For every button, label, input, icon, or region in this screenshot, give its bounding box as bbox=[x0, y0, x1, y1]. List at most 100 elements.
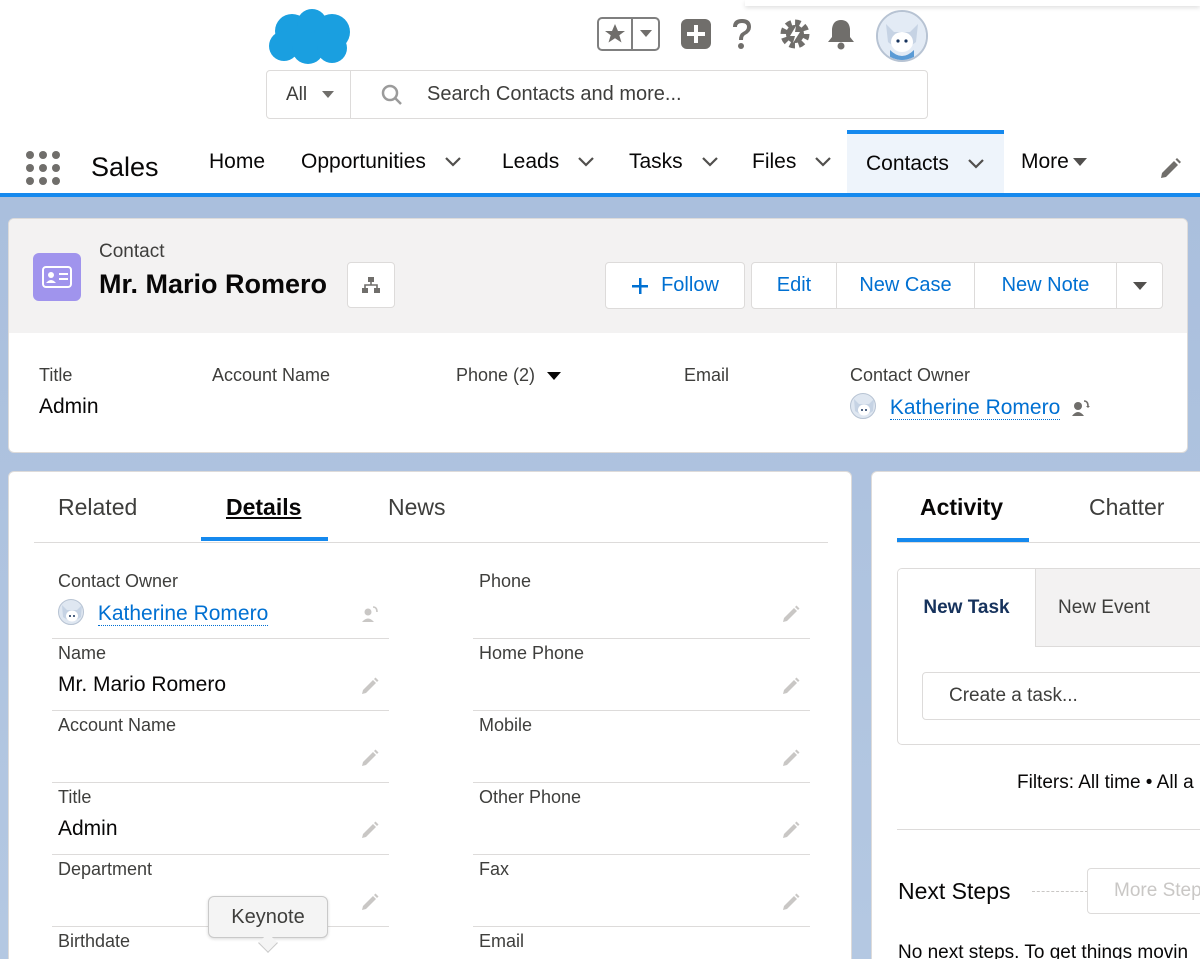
owner-link[interactable]: Katherine Romero bbox=[97, 601, 269, 626]
search-input[interactable] bbox=[427, 83, 907, 106]
nav-item-label: More bbox=[1021, 149, 1069, 173]
tab-related[interactable]: Related bbox=[58, 494, 137, 521]
hierarchy-icon bbox=[362, 277, 380, 293]
app-launcher-icon[interactable] bbox=[26, 151, 60, 185]
chevron-down-icon[interactable] bbox=[444, 156, 462, 168]
active-tab-indicator bbox=[201, 537, 328, 541]
global-search: All bbox=[266, 70, 928, 119]
field-label: Phone bbox=[479, 571, 532, 591]
field-label: Birthdate bbox=[58, 931, 131, 951]
edit-pencil-icon[interactable] bbox=[359, 819, 381, 841]
caret-down-icon bbox=[1072, 157, 1087, 166]
favorites-star-icon[interactable] bbox=[599, 19, 633, 49]
highlight-title-label: Title bbox=[39, 365, 73, 385]
nav-item-more[interactable]: More bbox=[1021, 130, 1088, 193]
nav-item-tasks[interactable]: Tasks bbox=[629, 130, 719, 193]
follow-button[interactable]: Follow bbox=[605, 262, 745, 309]
field-label: Department bbox=[58, 859, 153, 879]
phone-count-label: Phone (2) bbox=[456, 365, 536, 385]
notifications-bell-icon[interactable] bbox=[821, 14, 861, 54]
tab-new-event[interactable]: New Event bbox=[1035, 569, 1200, 647]
chevron-down-icon[interactable] bbox=[814, 156, 832, 168]
change-owner-icon[interactable] bbox=[1070, 398, 1091, 418]
more-steps-button[interactable]: More Step bbox=[1087, 868, 1200, 914]
field-label: Mobile bbox=[479, 715, 533, 735]
edit-pencil-icon[interactable] bbox=[780, 747, 802, 769]
activity-composer: New Task New Event bbox=[897, 568, 1200, 745]
help-icon[interactable] bbox=[722, 14, 762, 54]
more-actions-button[interactable] bbox=[1116, 262, 1163, 309]
owner-avatar bbox=[850, 393, 876, 419]
nav-item-files[interactable]: Files bbox=[752, 130, 832, 193]
field-mobile: Mobile bbox=[473, 711, 810, 783]
edit-pencil-icon[interactable] bbox=[359, 675, 381, 697]
search-scope-dropdown[interactable]: All bbox=[267, 71, 351, 118]
nav-item-leads[interactable]: Leads bbox=[502, 130, 595, 193]
nav-item-label: Tasks bbox=[629, 149, 683, 173]
field-label: Other Phone bbox=[479, 787, 582, 807]
field-label: Name bbox=[58, 643, 107, 663]
nav-item-contacts[interactable]: Contacts bbox=[847, 130, 1004, 193]
record-type-label: Contact bbox=[99, 241, 165, 262]
highlight-owner-label: Contact Owner bbox=[850, 365, 971, 385]
edit-pencil-icon[interactable] bbox=[359, 747, 381, 769]
field-label: Email bbox=[479, 931, 525, 951]
new-note-button-label: New Note bbox=[1001, 274, 1090, 296]
edit-button[interactable]: Edit bbox=[751, 262, 837, 309]
activity-divider bbox=[897, 829, 1200, 830]
owner-link[interactable]: Katherine Romero bbox=[889, 395, 1061, 420]
record-title: Mr. Mario Romero bbox=[99, 269, 328, 299]
highlight-owner-value: Katherine Romero bbox=[850, 393, 1091, 421]
highlight-phone[interactable]: Phone (2) bbox=[456, 365, 562, 386]
tab-news[interactable]: News bbox=[388, 494, 446, 521]
nav-item-home[interactable]: Home bbox=[209, 130, 265, 193]
highlight-email-label: Email bbox=[684, 365, 730, 385]
highlight-account-label: Account Name bbox=[212, 365, 331, 385]
tab-chatter[interactable]: Chatter bbox=[1089, 494, 1164, 521]
field-label: Home Phone bbox=[479, 643, 585, 663]
edit-pencil-icon[interactable] bbox=[780, 891, 802, 913]
salesforce-logo[interactable] bbox=[266, 6, 356, 66]
nav-item-opportunities[interactable]: Opportunities bbox=[301, 130, 462, 193]
record-highlights: Contact Mr. Mario Romero Follow Edit New… bbox=[8, 218, 1188, 453]
highlight-account-name: Account Name bbox=[212, 365, 330, 386]
tab-new-task[interactable]: New Task bbox=[898, 569, 1035, 647]
keynote-tooltip: Keynote bbox=[208, 896, 328, 938]
next-steps-divider bbox=[1032, 891, 1088, 892]
search-icon bbox=[381, 84, 402, 105]
user-avatar[interactable] bbox=[876, 10, 928, 62]
chevron-down-icon[interactable] bbox=[577, 156, 595, 168]
edit-pencil-icon[interactable] bbox=[780, 603, 802, 625]
create-task-input[interactable] bbox=[922, 672, 1200, 720]
next-steps-heading: Next Steps bbox=[898, 878, 1011, 904]
new-note-button[interactable]: New Note bbox=[974, 262, 1117, 309]
details-tabs: Related Details News bbox=[34, 472, 828, 543]
tab-details[interactable]: Details bbox=[226, 494, 301, 521]
edit-pencil-icon[interactable] bbox=[780, 819, 802, 841]
new-case-button[interactable]: New Case bbox=[836, 262, 975, 309]
favorites-chevron-down-icon[interactable] bbox=[633, 19, 658, 49]
no-next-steps-message: No next steps. To get things movin bbox=[898, 942, 1189, 959]
field-fax: Fax bbox=[473, 855, 810, 927]
change-owner-icon[interactable] bbox=[359, 603, 381, 625]
global-header: All bbox=[0, 0, 1200, 130]
chevron-down-icon[interactable] bbox=[967, 158, 985, 170]
chevron-down-icon[interactable] bbox=[701, 156, 719, 168]
nav-item-label: Home bbox=[209, 149, 266, 173]
activity-filters[interactable]: Filters: All time • All a bbox=[1017, 772, 1194, 794]
edit-pencil-icon[interactable] bbox=[780, 675, 802, 697]
edit-pencil-icon[interactable] bbox=[359, 891, 381, 913]
highlight-contact-owner: Contact Owner Katherine Romero bbox=[850, 365, 1091, 421]
field-label: Account Name bbox=[58, 715, 177, 735]
app-navigation: Sales Home Opportunities Leads Tasks Fil… bbox=[0, 130, 1200, 197]
field-phone: Phone bbox=[473, 567, 810, 639]
global-add-icon[interactable] bbox=[676, 14, 716, 54]
app-name: Sales bbox=[91, 152, 159, 182]
edit-nav-pencil-icon[interactable] bbox=[1157, 156, 1183, 182]
setup-gear-icon[interactable] bbox=[775, 14, 815, 54]
hierarchy-button[interactable] bbox=[347, 262, 395, 308]
field-label: Fax bbox=[479, 859, 510, 879]
nav-item-label: Contacts bbox=[866, 151, 949, 175]
caret-down-icon[interactable] bbox=[546, 371, 562, 381]
tab-activity[interactable]: Activity bbox=[920, 494, 1003, 521]
